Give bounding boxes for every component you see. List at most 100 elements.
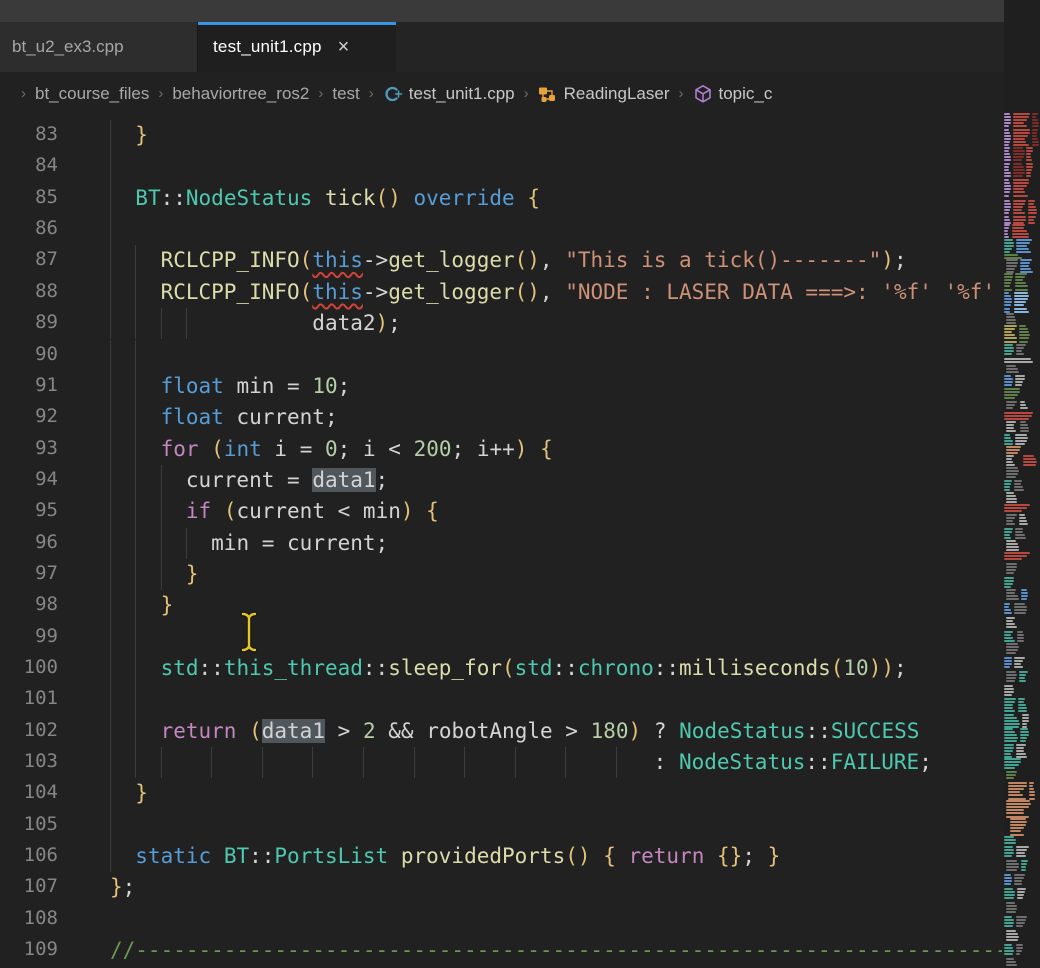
code-line[interactable]: static BT::PortsList providedPorts() { r… [0, 841, 1002, 872]
close-icon[interactable]: × [338, 37, 350, 57]
minimap-line [1004, 276, 1013, 278]
minimap-line [1013, 147, 1023, 149]
breadcrumb-item-readinglaser[interactable]: ReadingLaser [538, 84, 670, 104]
minimap-line [1019, 680, 1026, 682]
minimap-line [1012, 224, 1025, 226]
minimap-line [1032, 119, 1038, 121]
code-line[interactable]: BT::NodeStatus tick() override { [0, 183, 1002, 214]
code-line[interactable]: //--------------------------------------… [0, 935, 1002, 966]
code-text: } [110, 559, 199, 590]
minimap-line [1016, 747, 1024, 749]
minimap-line [1013, 119, 1027, 121]
code-line[interactable] [0, 340, 1002, 371]
code-line[interactable] [0, 904, 1002, 935]
code-line[interactable]: RCLCPP_INFO(this->get_logger(), "This is… [0, 245, 1002, 276]
minimap-line [1019, 337, 1029, 339]
code-editor[interactable]: 8384858687888990919293949596979899100101… [0, 115, 1002, 968]
code-line[interactable]: }; [0, 872, 1002, 903]
minimap-line [1028, 219, 1034, 221]
minimap-line [1021, 598, 1027, 600]
code-line[interactable]: } [0, 590, 1002, 621]
minimap-line [1013, 156, 1024, 158]
code-line[interactable]: } [0, 120, 1002, 151]
code-line[interactable]: current = data1; [0, 465, 1002, 496]
code-line[interactable] [0, 151, 1002, 182]
breadcrumb-item-test[interactable]: test [332, 84, 359, 104]
breadcrumb-item-test-unit1-cpp[interactable]: test_unit1.cpp [383, 84, 515, 104]
minimap-line [1006, 930, 1016, 932]
minimap-line [1004, 731, 1015, 733]
code-line[interactable]: } [0, 778, 1002, 809]
minimap[interactable] [1004, 0, 1040, 968]
minimap-line [1013, 129, 1030, 131]
minimap-line [1015, 443, 1025, 445]
minimap-line [1006, 939, 1018, 941]
minimap-line [1006, 566, 1017, 568]
minimap-line [1006, 316, 1015, 318]
code-line[interactable]: min = current; [0, 528, 1002, 559]
minimap-line [1028, 216, 1036, 218]
code-line[interactable]: data2); [0, 308, 1002, 339]
code-text: if (current < min) { [110, 496, 439, 527]
minimap-line [1006, 643, 1018, 645]
minimap-line [1032, 122, 1039, 124]
minimap-line [1004, 159, 1011, 161]
minimap-line [1004, 849, 1014, 851]
minimap-line [1008, 785, 1027, 787]
breadcrumb-item-behaviortree-ros2[interactable]: behaviortree_ros2 [172, 84, 309, 104]
minimap-line [1014, 877, 1024, 879]
active-tab-accent-bar [198, 22, 396, 25]
minimap-line [1013, 166, 1024, 168]
minimap-line [1032, 135, 1037, 137]
code-line[interactable] [0, 810, 1002, 841]
minimap-line [1004, 694, 1012, 696]
minimap-line [1004, 750, 1013, 752]
minimap-line [1004, 577, 1014, 579]
indent-guide [110, 214, 111, 245]
breadcrumb-item-topic-c[interactable]: topic_c [693, 84, 773, 104]
tab-bt-u2-ex3[interactable]: bt_u2_ex3.cpp [0, 22, 198, 72]
minimap-line [1004, 361, 1033, 363]
minimap-line [1004, 734, 1017, 736]
minimap-line [1004, 740, 1017, 742]
minimap-line [1010, 827, 1024, 829]
code-line[interactable]: : NodeStatus::FAILURE; [0, 747, 1002, 778]
code-line[interactable]: return (data1 > 2 && robotAngle > 180) ?… [0, 716, 1002, 747]
minimap-line [1004, 144, 1009, 146]
code-line[interactable]: float min = 10; [0, 371, 1002, 402]
code-line[interactable]: if (current < min) { [0, 496, 1002, 527]
minimap-line [1004, 443, 1013, 445]
breadcrumb-item-bt-course-files[interactable]: bt_course_files [35, 84, 149, 104]
minimap-line [1032, 116, 1036, 118]
minimap-line [1004, 717, 1017, 719]
code-line[interactable] [0, 214, 1002, 245]
code-line[interactable] [0, 684, 1002, 715]
minimap-line [1004, 166, 1009, 168]
minimap-line [1006, 449, 1020, 451]
code-text: float min = 10; [110, 371, 350, 402]
minimap-line [1004, 203, 1011, 205]
minimap-line [1013, 113, 1030, 115]
code-line[interactable]: float current; [0, 402, 1002, 433]
minimap-line [1006, 774, 1016, 776]
minimap-line [1004, 510, 1022, 512]
minimap-line [1016, 919, 1026, 921]
minimap-line [1004, 224, 1010, 226]
minimap-line [1004, 219, 1010, 221]
code-line[interactable]: std::this_thread::sleep_for(std::chrono:… [0, 653, 1002, 684]
window-title-strip [0, 0, 1040, 22]
minimap-line [1004, 285, 1010, 287]
minimap-line [1028, 206, 1036, 208]
minimap-line [1010, 818, 1026, 820]
minimap-line [1026, 153, 1031, 155]
code-line[interactable] [0, 622, 1002, 653]
minimap-line [1006, 501, 1017, 503]
minimap-line [1021, 863, 1027, 865]
tab-test-unit1[interactable]: test_unit1.cpp × [198, 22, 396, 72]
code-line[interactable]: for (int i = 0; i < 200; i++) { [0, 434, 1002, 465]
minimap-line [1017, 888, 1026, 890]
minimap-line [1006, 589, 1016, 591]
code-line[interactable]: RCLCPP_INFO(this->get_logger(), "NODE : … [0, 277, 1002, 308]
code-line[interactable]: } [0, 559, 1002, 590]
minimap-line [1026, 156, 1031, 158]
